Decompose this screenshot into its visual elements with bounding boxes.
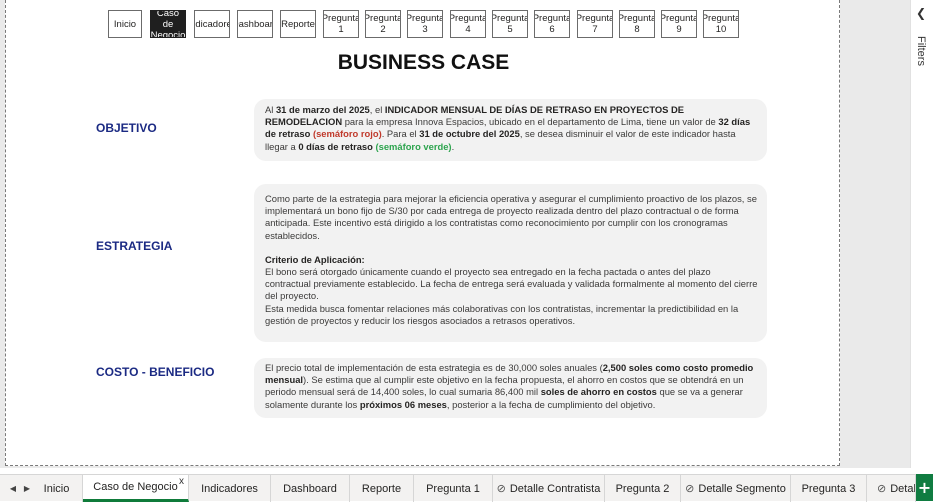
criterio-title: Criterio de Aplicación: [265, 253, 365, 265]
tab-inicio[interactable]: Inicio [31, 475, 83, 502]
close-icon[interactable]: x [179, 476, 184, 487]
add-page-button[interactable]: + [916, 474, 933, 501]
nav-button-pregunta-5[interactable]: Pregunta 5 [492, 10, 528, 38]
tab-pregunta-2[interactable]: Pregunta 2 [605, 475, 681, 502]
tab-detalle[interactable]: ⊘ Detall [867, 475, 916, 502]
objetivo-card: Al 31 de marzo del 2025, el INDICADOR ME… [254, 99, 767, 161]
filters-label: Filters [915, 36, 927, 66]
hidden-eye-icon: ⊘ [877, 483, 887, 495]
nav-button-pregunta-1[interactable]: Pregunta 1 [323, 10, 359, 38]
nav-button-caso-de-negocio[interactable]: Caso de Negocio [150, 10, 186, 38]
nav-button-pregunta-3[interactable]: Pregunta 3 [407, 10, 443, 38]
tab-indicadores[interactable]: Indicadores [189, 475, 271, 502]
tab-detalle-contratista[interactable]: ⊘ Detalle Contratista [493, 475, 605, 502]
nav-button-pregunta-4[interactable]: Pregunta 4 [450, 10, 486, 38]
nav-button-indicadores[interactable]: Indicadores [194, 10, 230, 38]
page-title: BUSINESS CASE [337, 51, 510, 74]
nav-button-pregunta-8[interactable]: Pregunta 8 [619, 10, 655, 38]
hidden-eye-icon: ⊘ [685, 483, 695, 495]
nav-button-dashboard[interactable]: Dashboard [237, 10, 273, 38]
estrategia-card: Como parte de la estrategia para mejorar… [254, 184, 767, 342]
tab-pregunta-3[interactable]: Pregunta 3 [791, 475, 867, 502]
estrategia-paragraph-2: El bono será otorgado únicamente cuando … [265, 266, 758, 302]
tab-caso-de-negocio[interactable]: Caso de Negocio x [83, 475, 189, 502]
tab-pregunta-1[interactable]: Pregunta 1 [414, 475, 493, 502]
nav-button-pregunta-7[interactable]: Pregunta 7 [577, 10, 613, 38]
nav-button-pregunta-6[interactable]: Pregunta 6 [534, 10, 570, 38]
tab-dashboard[interactable]: Dashboard [271, 475, 350, 502]
objetivo-text: Al 31 de marzo del 2025, el INDICADOR ME… [265, 104, 751, 152]
estrategia-paragraph-1: Como parte de la estrategia para mejorar… [265, 193, 757, 241]
costo-beneficio-card: El precio total de implementación de est… [254, 358, 767, 418]
nav-button-inicio[interactable]: Inicio [108, 10, 142, 38]
objetivo-label: OBJETIVO [96, 121, 157, 135]
hidden-eye-icon: ⊘ [496, 483, 506, 495]
nav-button-pregunta-2[interactable]: Pregunta 2 [365, 10, 401, 38]
estrategia-paragraph-3: Esta medida busca fomentar relaciones má… [265, 302, 739, 326]
nav-button-pregunta-9[interactable]: Pregunta 9 [661, 10, 697, 38]
nav-button-pregunta-10[interactable]: Pregunta 10 [703, 10, 739, 38]
costo-beneficio-label: COSTO - BENEFICIO [96, 365, 215, 379]
estrategia-label: ESTRATEGIA [96, 239, 173, 253]
report-canvas: Inicio Caso de Negocio Indicadores Dashb… [0, 0, 910, 468]
tab-reporte[interactable]: Reporte [350, 475, 414, 502]
report-page: Inicio Caso de Negocio Indicadores Dashb… [5, 0, 840, 466]
nav-button-reporte[interactable]: Reporte [280, 10, 316, 38]
costo-beneficio-text: El precio total de implementación de est… [265, 362, 754, 410]
filters-pane[interactable]: ❮ Filters [910, 0, 933, 468]
page-tabs-bar: ◀ ▶ Inicio Caso de Negocio x Indicadores … [0, 474, 933, 502]
tab-detalle-segmento[interactable]: ⊘ Detalle Segmento [681, 475, 791, 502]
chevron-left-icon[interactable]: ❮ [916, 6, 926, 20]
